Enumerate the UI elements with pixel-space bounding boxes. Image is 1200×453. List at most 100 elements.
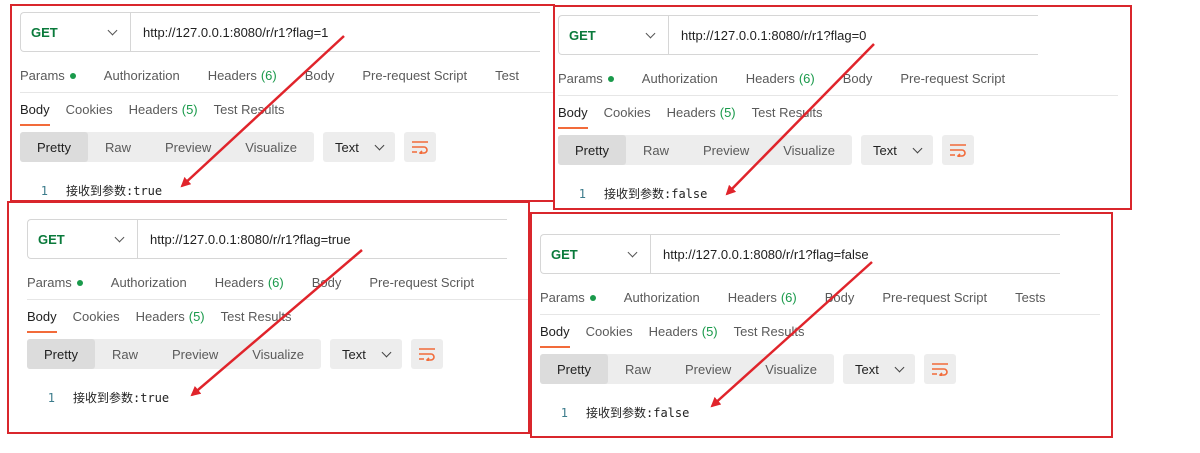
request-panel-1: GET http://127.0.0.1:8080/r/r1?flag=1 Pa… [10, 4, 555, 202]
view-pretty[interactable]: Pretty [27, 339, 95, 369]
response-tab-headers[interactable]: Headers (5) [129, 102, 198, 126]
url-input[interactable]: http://127.0.0.1:8080/r/r1?flag=false [651, 247, 869, 262]
tab-prerequest-script[interactable]: Pre-request Script [362, 68, 467, 83]
tab-label: Params [27, 275, 72, 290]
response-tab-headers[interactable]: Headers (5) [649, 324, 718, 348]
tab-prerequest-script[interactable]: Pre-request Script [369, 275, 474, 290]
tab-params[interactable]: Params [558, 71, 614, 86]
wrap-lines-button[interactable] [924, 354, 957, 384]
request-bar: GET http://127.0.0.1:8080/r/r1?flag=0 [558, 15, 1038, 55]
wrap-lines-button[interactable] [411, 339, 444, 369]
tab-label: Params [558, 71, 603, 86]
url-input[interactable]: http://127.0.0.1:8080/r/r1?flag=0 [669, 28, 866, 43]
view-preview[interactable]: Preview [668, 354, 748, 384]
response-tab-test-results[interactable]: Test Results [214, 102, 285, 126]
format-label: Text [342, 346, 366, 362]
tab-tests[interactable]: Tests [1015, 290, 1045, 305]
response-tab-headers[interactable]: Headers (5) [667, 105, 736, 129]
response-toolbar: Pretty Raw Preview Visualize Text [558, 135, 1118, 165]
tab-body[interactable]: Body [843, 71, 873, 86]
tab-prerequest-script[interactable]: Pre-request Script [900, 71, 1005, 86]
tab-tests[interactable]: Test [495, 68, 519, 83]
response-tab-cookies[interactable]: Cookies [586, 324, 633, 348]
method-select[interactable]: GET [28, 220, 138, 258]
view-raw[interactable]: Raw [95, 339, 155, 369]
format-select[interactable]: Text [323, 132, 396, 162]
tab-headers[interactable]: Headers (6) [728, 290, 797, 305]
tab-headers[interactable]: Headers (6) [215, 275, 284, 290]
view-visualize[interactable]: Visualize [766, 135, 852, 165]
request-tabs: Params Authorization Headers (6) Body Pre… [558, 71, 1118, 86]
wrap-lines-button[interactable] [404, 132, 437, 162]
tab-params[interactable]: Params [540, 290, 596, 305]
tab-label: Authorization [641, 71, 718, 86]
wrap-lines-icon [950, 144, 967, 157]
method-label: GET [31, 24, 58, 40]
tab-label: Body [311, 275, 342, 290]
method-select[interactable]: GET [541, 235, 651, 273]
view-mode-group: Pretty Raw Preview Visualize [27, 339, 322, 369]
url-input[interactable]: http://127.0.0.1:8080/r/r1?flag=true [138, 232, 351, 247]
view-mode-group: Pretty Raw Preview Visualize [558, 135, 853, 165]
request-panel-4: GET http://127.0.0.1:8080/r/r1?flag=fals… [530, 212, 1113, 438]
tab-headers[interactable]: Headers (6) [208, 68, 277, 83]
tab-body[interactable]: Body [312, 275, 342, 290]
response-tab-body[interactable]: Body [540, 324, 570, 348]
view-pretty[interactable]: Pretty [20, 132, 88, 162]
tab-authorization[interactable]: Authorization [624, 290, 700, 305]
format-select[interactable]: Text [843, 354, 916, 384]
tab-label: Pre-request Script [882, 290, 988, 305]
wrap-lines-button[interactable] [942, 135, 975, 165]
tab-authorization[interactable]: Authorization [104, 68, 180, 83]
params-dot-icon [589, 294, 596, 301]
method-label: GET [569, 27, 596, 43]
request-tabs: Params Authorization Headers (6) Body Pre… [20, 68, 553, 83]
view-preview[interactable]: Preview [155, 339, 235, 369]
method-select[interactable]: GET [559, 16, 669, 54]
tab-label: Body [842, 71, 873, 86]
view-preview[interactable]: Preview [148, 132, 228, 162]
tab-body[interactable]: Body [305, 68, 335, 83]
response-tab-cookies[interactable]: Cookies [73, 309, 120, 333]
headers-count: (5) [719, 105, 736, 120]
response-tab-cookies[interactable]: Cookies [66, 102, 113, 126]
view-raw[interactable]: Raw [626, 135, 686, 165]
tab-label: Headers [648, 324, 698, 339]
format-select[interactable]: Text [861, 135, 934, 165]
view-pretty[interactable]: Pretty [540, 354, 608, 384]
tab-params[interactable]: Params [27, 275, 83, 290]
view-raw[interactable]: Raw [88, 132, 148, 162]
tab-authorization[interactable]: Authorization [642, 71, 718, 86]
tab-label: Headers [666, 105, 716, 120]
method-select[interactable]: GET [21, 13, 131, 51]
view-visualize[interactable]: Visualize [228, 132, 314, 162]
view-raw[interactable]: Raw [608, 354, 668, 384]
format-select[interactable]: Text [330, 339, 403, 369]
tab-authorization[interactable]: Authorization [111, 275, 187, 290]
response-tab-cookies[interactable]: Cookies [604, 105, 651, 129]
response-tab-body[interactable]: Body [558, 105, 588, 129]
chevron-down-icon [374, 140, 385, 150]
view-visualize[interactable]: Visualize [235, 339, 321, 369]
response-text: 接收到参数:true [66, 184, 163, 198]
response-tab-body[interactable]: Body [27, 309, 57, 333]
view-mode-group: Pretty Raw Preview Visualize [540, 354, 835, 384]
view-pretty[interactable]: Pretty [558, 135, 626, 165]
view-preview[interactable]: Preview [686, 135, 766, 165]
chevron-down-icon [114, 232, 125, 242]
view-visualize[interactable]: Visualize [748, 354, 834, 384]
response-tab-test-results[interactable]: Test Results [221, 309, 292, 333]
response-tab-headers[interactable]: Headers (5) [136, 309, 205, 333]
url-input[interactable]: http://127.0.0.1:8080/r/r1?flag=1 [131, 25, 328, 40]
tab-params[interactable]: Params [20, 68, 76, 83]
response-tab-body[interactable]: Body [20, 102, 50, 126]
response-line: 1 接收到参数:false [540, 404, 1100, 421]
response-tab-test-results[interactable]: Test Results [752, 105, 823, 129]
chevron-down-icon [381, 347, 392, 357]
tab-headers[interactable]: Headers (6) [746, 71, 815, 86]
tab-label: Body [304, 68, 335, 83]
response-tab-test-results[interactable]: Test Results [734, 324, 805, 348]
tab-prerequest-script[interactable]: Pre-request Script [882, 290, 987, 305]
headers-count: (6) [267, 275, 284, 290]
tab-body[interactable]: Body [825, 290, 855, 305]
